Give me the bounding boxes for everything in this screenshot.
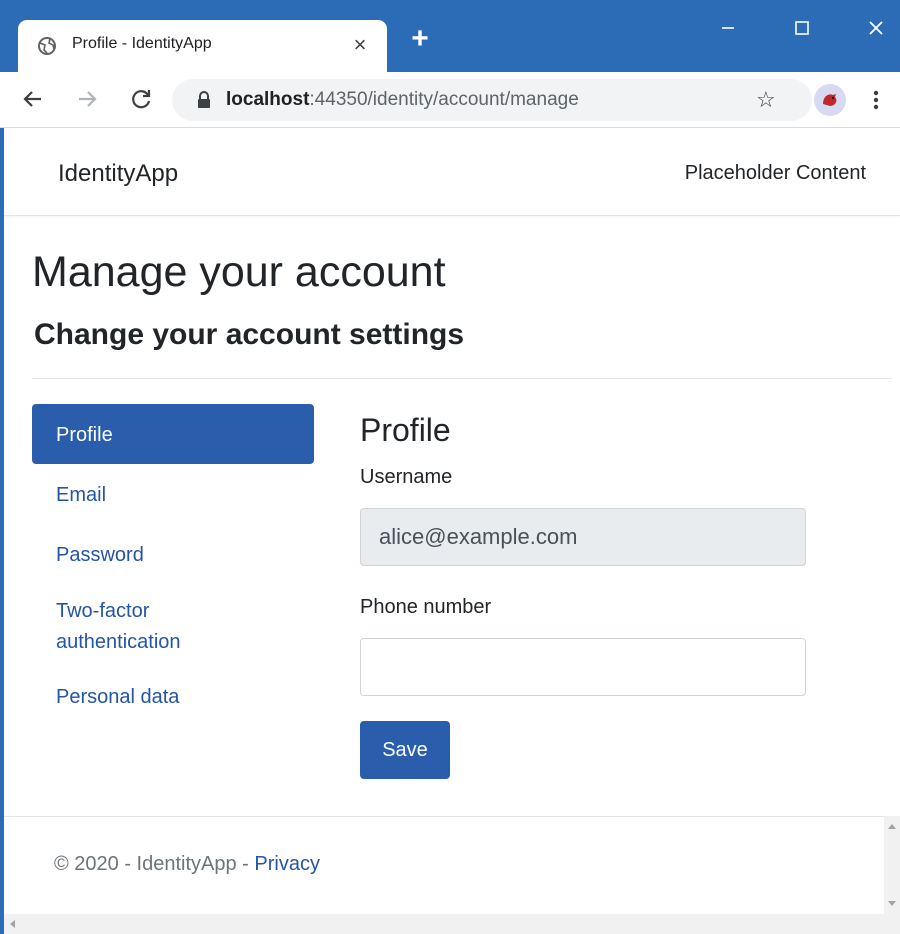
- sidebar-item-email[interactable]: Email: [32, 464, 314, 524]
- horizontal-scrollbar[interactable]: [4, 914, 900, 934]
- account-sidebar: Profile Email Password Two-factor authen…: [32, 404, 314, 742]
- sidebar-item-password[interactable]: Password: [32, 524, 314, 584]
- username-field[interactable]: [360, 508, 806, 566]
- url-text[interactable]: localhost:44350/identity/account/manage: [226, 89, 579, 111]
- vertical-scrollbar[interactable]: [884, 816, 900, 914]
- page-title: Manage your account: [32, 248, 446, 296]
- sidebar-item-profile[interactable]: Profile: [32, 404, 314, 464]
- divider: [32, 378, 892, 379]
- close-tab-icon[interactable]: ×: [348, 33, 372, 57]
- username-label: Username: [360, 466, 453, 488]
- more-menu-icon[interactable]: [866, 86, 886, 114]
- url-path: :44350/identity/account/manage: [309, 89, 579, 110]
- app-navbar: IdentityApp Placeholder Content: [4, 128, 900, 216]
- close-window-icon[interactable]: [854, 6, 898, 50]
- bookmark-star-icon[interactable]: ☆: [756, 88, 780, 112]
- brand-link[interactable]: IdentityApp: [58, 160, 178, 188]
- lock-icon[interactable]: [196, 91, 212, 109]
- new-tab-icon[interactable]: +: [405, 24, 435, 54]
- tab-title: Profile - IdentityApp: [72, 35, 212, 52]
- scroll-left-arrow-icon[interactable]: [10, 920, 15, 928]
- placeholder-nav-link[interactable]: Placeholder Content: [685, 162, 866, 185]
- url-host: localhost: [226, 89, 310, 110]
- footer-text: © 2020 - IdentityApp - Privacy: [54, 853, 320, 876]
- address-bar[interactable]: localhost:44350/identity/account/manage …: [172, 79, 812, 121]
- maximize-icon[interactable]: [780, 6, 824, 50]
- browser-titlebar: Profile - IdentityApp × +: [0, 0, 900, 72]
- phone-number-field[interactable]: [360, 638, 806, 696]
- page-subtitle: Change your account settings: [34, 318, 465, 351]
- scroll-down-arrow-icon[interactable]: [888, 901, 896, 906]
- sidebar-item-two-factor[interactable]: Two-factor authentication: [32, 584, 232, 682]
- forward-arrow-icon[interactable]: [74, 86, 100, 112]
- save-button[interactable]: Save: [360, 721, 450, 779]
- back-arrow-icon[interactable]: [20, 86, 46, 112]
- profile-avatar-icon[interactable]: [814, 84, 846, 116]
- privacy-link[interactable]: Privacy: [254, 853, 320, 875]
- phone-label: Phone number: [360, 596, 492, 618]
- browser-toolbar: localhost:44350/identity/account/manage …: [0, 72, 900, 128]
- scroll-up-arrow-icon[interactable]: [888, 824, 896, 829]
- reload-icon[interactable]: [128, 86, 154, 112]
- footer-copyright: © 2020 - IdentityApp -: [54, 853, 255, 875]
- globe-icon: [38, 37, 56, 55]
- page-viewport: IdentityApp Placeholder Content Manage y…: [0, 128, 900, 934]
- sidebar-item-personal-data[interactable]: Personal data: [32, 682, 314, 742]
- profile-heading: Profile: [360, 412, 451, 448]
- minimize-icon[interactable]: [705, 6, 749, 50]
- browser-tab[interactable]: Profile - IdentityApp ×: [18, 20, 387, 72]
